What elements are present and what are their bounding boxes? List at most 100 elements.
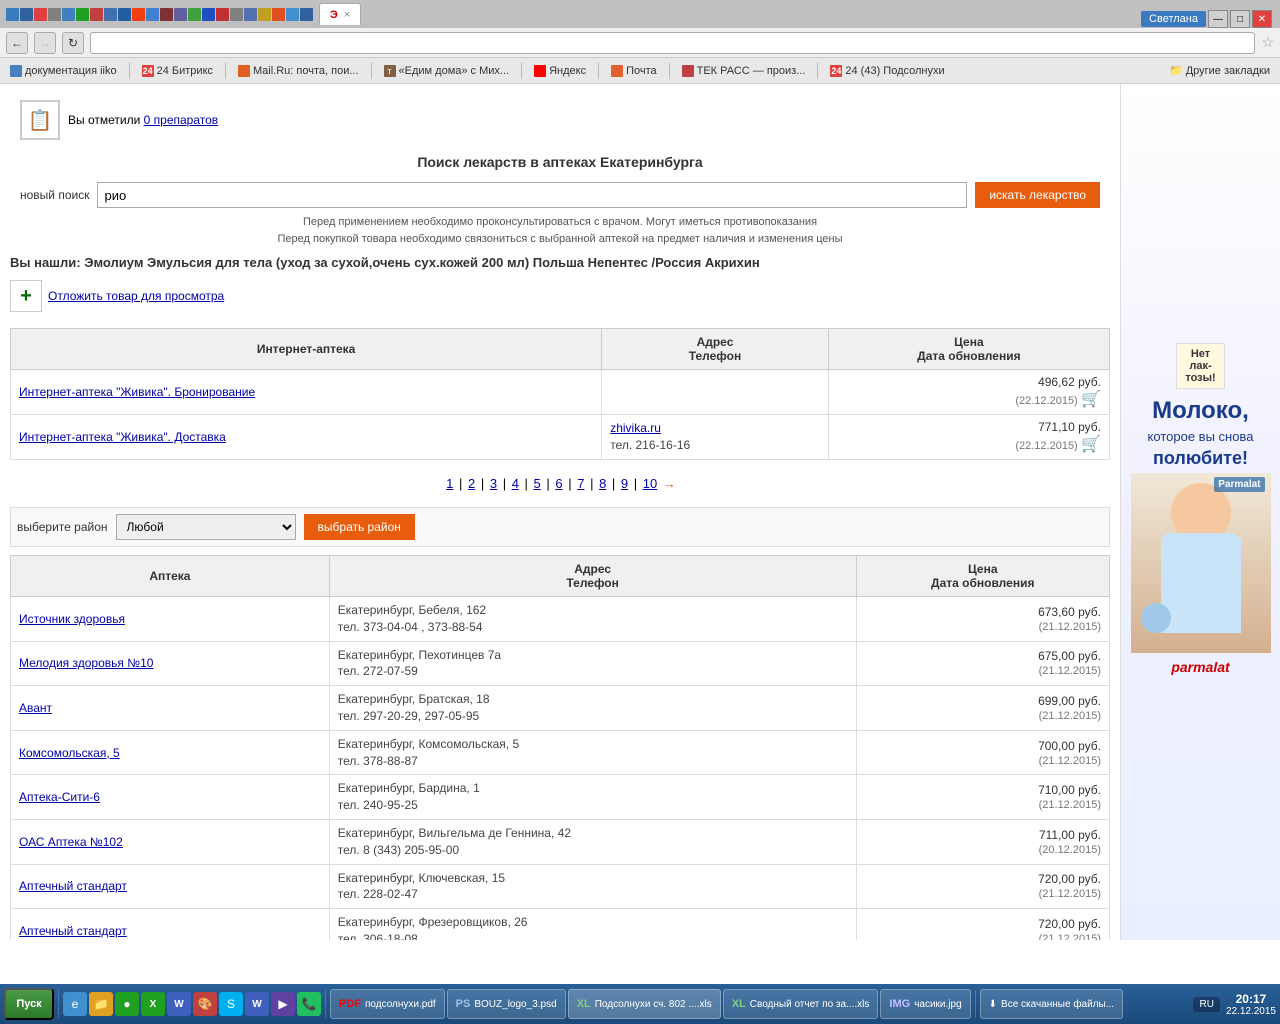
other-bookmarks[interactable]: 📁 Другие закладки <box>1163 62 1276 79</box>
pharmacy-website-link[interactable]: zhivika.ru <box>610 421 661 435</box>
back-button[interactable]: ← <box>6 32 28 54</box>
bookmark-mail[interactable]: Mail.Ru: почта, пои... <box>232 63 365 79</box>
taskbar-right: RU 20:17 22.12.2015 <box>1193 992 1276 1017</box>
pharmacy-name-link[interactable]: ОАС Аптека №102 <box>19 835 123 849</box>
taskbar-word-icon[interactable]: W <box>167 992 191 1016</box>
taskbar-item-downloads-icon: ⬇ <box>989 999 997 1010</box>
page-link-1[interactable]: 1 <box>446 476 453 491</box>
restore-button[interactable]: □ <box>1230 10 1250 28</box>
refresh-button[interactable]: ↻ <box>62 32 84 54</box>
tab-icon-5 <box>62 8 75 21</box>
bookmark-icon-iiko <box>10 65 22 77</box>
minimize-button[interactable]: — <box>1208 10 1228 28</box>
bookmark-label-pochta: Почта <box>626 65 657 77</box>
search-button[interactable]: искать лекарство <box>975 182 1100 208</box>
pharmacy-name-link[interactable]: Авант <box>19 701 52 715</box>
address-input[interactable]: www.e1.ru/health/pharma/med-72595 <box>90 32 1255 54</box>
lang-indicator: RU <box>1199 999 1213 1010</box>
bookmark-edimdoma[interactable]: т «Едим дома» с Мих... <box>378 63 516 79</box>
page-link-7[interactable]: 7 <box>577 476 584 491</box>
taskbar-item-xls1[interactable]: XL Подсолнухи сч. 802 ....xls <box>568 989 721 1019</box>
pharmacy-name-link[interactable]: Аптека-Сити-6 <box>19 790 100 804</box>
bookmark-label-24b: 24 (43) Подсолнухи <box>845 65 944 77</box>
taskbar-paint-icon[interactable]: 🎨 <box>193 992 217 1016</box>
user-label: Светлана <box>1141 11 1206 27</box>
pharmacy-price-cell: 700,00 руб.(21.12.2015) <box>856 730 1110 775</box>
page-link-5[interactable]: 5 <box>534 476 541 491</box>
taskbar-ie-icon[interactable]: e <box>63 992 87 1016</box>
bookmark-label-tek: ТЕК РАСС — произ... <box>697 65 806 77</box>
close-button[interactable]: ✕ <box>1252 10 1272 28</box>
pharmacy-phone: тел. 228-02-47 <box>338 887 418 901</box>
region-button[interactable]: выбрать район <box>304 514 415 540</box>
pharmacy-name-link[interactable]: Аптечный стандарт <box>19 879 127 893</box>
pharmacy-name-link[interactable]: Аптечный стандарт <box>19 924 127 938</box>
taskbar-folder-icon[interactable]: 📁 <box>89 992 113 1016</box>
pharmacy-table-header-name: Аптека <box>11 556 330 597</box>
page-link-8[interactable]: 8 <box>599 476 606 491</box>
taskbar-excel-icon[interactable]: X <box>141 992 165 1016</box>
tab-bar: Э × Светлана — □ ✕ <box>0 0 1280 28</box>
cart-icon[interactable]: 🛒 <box>1081 391 1101 408</box>
bookmark-pochta[interactable]: Почта <box>605 63 663 79</box>
page-link-10[interactable]: 10 <box>643 476 657 491</box>
bookmark-iiko[interactable]: документация iiko <box>4 63 123 79</box>
pharmacy-table-header-price: ЦенаДата обновления <box>856 556 1110 597</box>
pharmacy-phone: тел. 378-88-87 <box>338 754 418 768</box>
pharmacy-phone: тел. 8 (343) 205-95-00 <box>338 843 459 857</box>
pharmacy-date: (21.12.2015) <box>1039 933 1101 940</box>
taskbar-item-xls2[interactable]: XL Сводный отчет по за....xls <box>723 989 879 1019</box>
page-link-2[interactable]: 2 <box>468 476 475 491</box>
pharmacy-address-cell: Екатеринбург, Фрезеровщиков, 26тел. 306-… <box>329 909 856 940</box>
page-link-4[interactable]: 4 <box>512 476 519 491</box>
pharmacy-name-link[interactable]: Источник здоровья <box>19 612 125 626</box>
top-notice: 📋 Вы отметили 0 препаратов <box>10 94 1110 146</box>
star-icon[interactable]: ☆ <box>1261 34 1274 51</box>
bookmark-yandex[interactable]: Яндекс <box>528 63 592 79</box>
online-pharmacy-table: Интернет-аптека АдресТелефон ЦенаДата об… <box>10 328 1110 460</box>
pharmacy-date: (21.12.2015) <box>1039 755 1101 767</box>
bookmark-24b[interactable]: 24 24 (43) Подсолнухи <box>824 63 950 79</box>
forward-button[interactable]: → <box>34 32 56 54</box>
online-pharmacy-link[interactable]: Интернет-аптека "Живика". Бронирование <box>19 385 255 399</box>
region-select[interactable]: ЛюбойВерх-ИсетскийЖелезнодорожныйКировск… <box>116 514 296 540</box>
pharmacy-price-cell: 699,00 руб.(21.12.2015) <box>856 686 1110 731</box>
pharmacy-name-link[interactable]: Комсомольская, 5 <box>19 746 120 760</box>
page-link-6[interactable]: 6 <box>555 476 562 491</box>
cart-icon[interactable]: 🛒 <box>1081 436 1101 453</box>
taskbar-word2-icon[interactable]: W <box>245 992 269 1016</box>
bookmark-bitrix[interactable]: 24 24 Битрикс <box>136 63 219 79</box>
bookmark-icon-edimdoma: т <box>384 65 396 77</box>
pharmacy-phone: тел. 306-18-08 <box>338 932 418 940</box>
bookmark-tek[interactable]: ТЕК РАСС — произ... <box>676 63 812 79</box>
page-link-3[interactable]: 3 <box>490 476 497 491</box>
taskbar-skype-icon[interactable]: S <box>219 992 243 1016</box>
pharmacy-address-cell: Екатеринбург, Вильгельма де Геннина, 42т… <box>329 819 856 864</box>
clock-date: 22.12.2015 <box>1226 1006 1276 1017</box>
online-table-body: Интернет-аптека "Живика". Бронирование 4… <box>11 370 1110 460</box>
search-input[interactable] <box>97 182 967 208</box>
tab-icon-9 <box>118 8 131 21</box>
taskbar-chrome-icon[interactable]: ● <box>115 992 139 1016</box>
notice-link[interactable]: 0 препаратов <box>144 113 219 127</box>
postpone-link[interactable]: Отложить товар для просмотра <box>48 289 224 303</box>
start-button[interactable]: Пуск <box>4 988 54 1020</box>
bookmark-separator-1 <box>129 63 130 79</box>
pharmacy-name-link[interactable]: Мелодия здоровья №10 <box>19 656 153 670</box>
taskbar-item-psd[interactable]: PS BOUZ_logo_3.psd <box>447 989 566 1019</box>
online-pharmacy-link[interactable]: Интернет-аптека "Живика". Доставка <box>19 430 226 444</box>
taskbar-item-pdf[interactable]: PDF подсолнухи.pdf <box>330 989 445 1019</box>
taskbar-media-icon[interactable]: ▶ <box>271 992 295 1016</box>
taskbar-item-xls2-label: Сводный отчет по за....xls <box>750 999 870 1010</box>
taskbar-item-img[interactable]: IMG часики.jpg <box>880 989 970 1019</box>
bookmark-label-iiko: документация iiko <box>25 65 117 77</box>
pharmacy-table-row: Аптечный стандарт Екатеринбург, Фрезеров… <box>11 909 1110 940</box>
page-link-9[interactable]: 9 <box>621 476 628 491</box>
taskbar-item-downloads[interactable]: ⬇ Все скачанные файлы... <box>980 989 1123 1019</box>
bookmark-label-mail: Mail.Ru: почта, пои... <box>253 65 359 77</box>
taskbar-call-icon[interactable]: 📞 <box>297 992 321 1016</box>
bookmark-separator-6 <box>669 63 670 79</box>
clock-time: 20:17 <box>1226 992 1276 1006</box>
main-layout: 📋 Вы отметили 0 препаратов Поиск лекарст… <box>0 84 1280 940</box>
active-tab[interactable]: Э × <box>319 3 361 25</box>
